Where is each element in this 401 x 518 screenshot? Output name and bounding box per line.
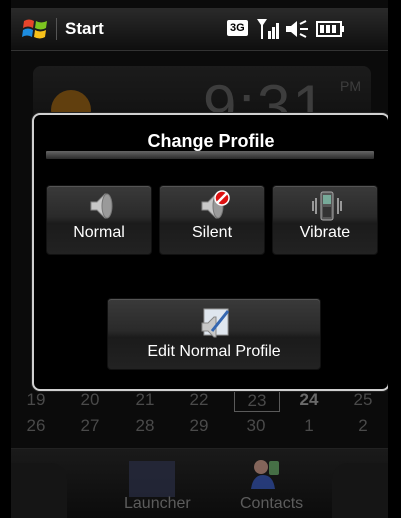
- calendar-day: 29: [189, 416, 209, 435]
- calendar-day: 22: [189, 390, 209, 409]
- speaker-icon[interactable]: [284, 18, 310, 40]
- contacts-label[interactable]: Contacts: [240, 495, 303, 513]
- phone-vibrate-icon: [312, 191, 342, 221]
- calendar-day: 26: [26, 416, 46, 435]
- title-separator: [46, 151, 374, 159]
- calendar-day: 19: [26, 390, 46, 409]
- calendar-day: 20: [80, 390, 100, 409]
- start-label[interactable]: Start: [65, 19, 104, 39]
- launcher-icon[interactable]: [129, 461, 175, 497]
- calendar-day: 25: [353, 390, 373, 409]
- calendar-day: 1: [304, 416, 314, 435]
- bottom-bar: Launcher Contacts: [11, 448, 388, 518]
- calendar-day: 28: [135, 416, 155, 435]
- clock-ampm: PM: [340, 78, 361, 94]
- speaker-icon: [90, 193, 113, 219]
- profile-silent-label: Silent: [191, 224, 233, 241]
- dialog-title: Change Profile: [147, 131, 275, 151]
- calendar-day: 24: [299, 390, 319, 409]
- menu-button[interactable]: [332, 463, 388, 518]
- edit-normal-profile-button[interactable]: Edit Normal Profile: [107, 298, 321, 370]
- contacts-icon[interactable]: [249, 457, 281, 491]
- profile-silent-button[interactable]: Silent: [159, 185, 265, 255]
- profile-vibrate-label: Vibrate: [299, 224, 351, 241]
- calendar-day: 21: [135, 390, 155, 409]
- signal-icon[interactable]: [255, 17, 281, 41]
- windows-start-icon[interactable]: [21, 14, 51, 44]
- apps-grid-button[interactable]: [11, 463, 67, 518]
- calendar-day-today: 23: [234, 390, 280, 412]
- change-profile-dialog: Change Profile Normal Silent Vibrate Edi…: [32, 113, 388, 391]
- battery-icon[interactable]: [316, 20, 346, 38]
- calendar-row: 26 27 28 29 30 1 2: [11, 416, 388, 438]
- network-3g-badge: 3G: [227, 20, 248, 36]
- calendar-day: 2: [358, 416, 368, 435]
- edit-profile-icon: [201, 308, 230, 338]
- status-bar: Start 3G: [11, 8, 388, 51]
- profile-vibrate-button[interactable]: Vibrate: [272, 185, 378, 255]
- start-separator: [56, 18, 57, 40]
- calendar-day: 27: [80, 416, 100, 435]
- profile-normal-button[interactable]: Normal: [46, 185, 152, 255]
- calendar-day: 30: [246, 416, 266, 435]
- calendar-row: 19 20 21 22 23 24 25: [11, 390, 388, 412]
- speaker-muted-icon: [201, 190, 230, 219]
- phone-screen: Start 3G 9:31 PM 19 20 21 22 23 24 25 26…: [11, 0, 388, 518]
- edit-normal-profile-label: Edit Normal Profile: [147, 343, 281, 360]
- profile-normal-label: Normal: [73, 224, 125, 241]
- launcher-label[interactable]: Launcher: [124, 495, 191, 513]
